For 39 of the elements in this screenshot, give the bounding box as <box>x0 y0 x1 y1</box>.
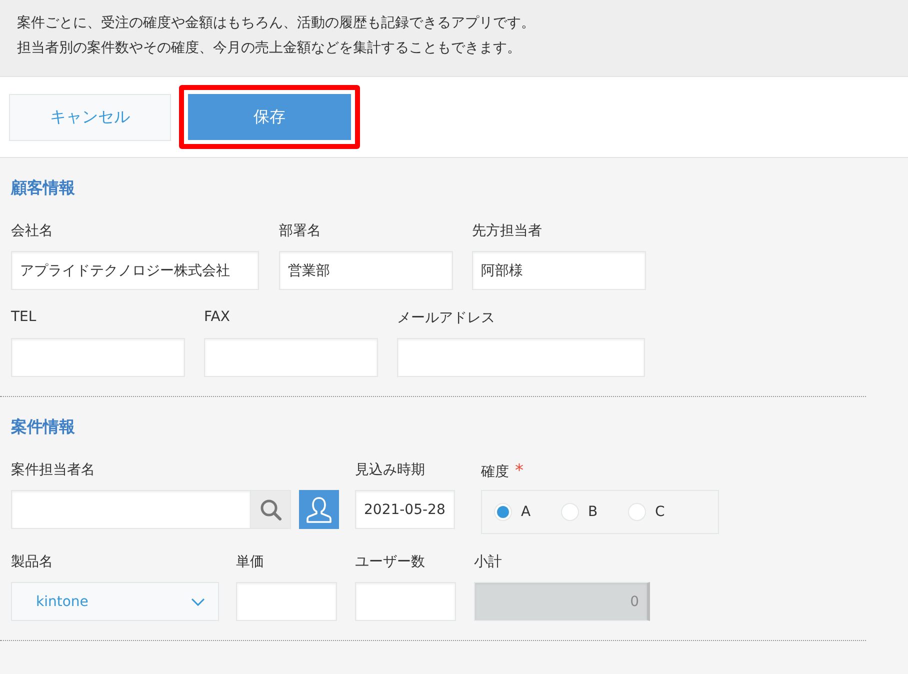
input-field[interactable] <box>11 490 251 529</box>
field-label: TEL <box>11 309 36 325</box>
field-label: 製品名 <box>11 553 53 571</box>
person-icon <box>306 496 332 524</box>
input-field[interactable]: アプライドテクノロジー株式会社 <box>11 251 259 290</box>
field-label: 会社名 <box>11 222 53 240</box>
field-label: FAX <box>204 309 230 325</box>
section-title: 案件情報 <box>11 417 75 438</box>
field-label: 部署名 <box>279 222 321 240</box>
radio-button[interactable] <box>494 503 512 521</box>
input-field[interactable] <box>204 338 378 377</box>
input-field[interactable] <box>355 582 456 621</box>
radio-option[interactable]: A <box>494 503 561 521</box>
date-field[interactable]: 2021-05-28 <box>355 490 455 529</box>
field-label: メールアドレス <box>397 309 495 327</box>
chevron-down-icon <box>191 598 205 606</box>
input-field[interactable]: 営業部 <box>279 251 453 290</box>
description-text: 担当者別の案件数やその確度、今月の売上金額などを集計することもできます。 <box>17 39 521 58</box>
section-title: 顧客情報 <box>11 178 75 199</box>
radio-option[interactable]: C <box>628 503 695 521</box>
radio-button[interactable] <box>561 503 579 521</box>
radio-button[interactable] <box>628 503 646 521</box>
search-button[interactable] <box>251 490 291 529</box>
search-icon <box>258 498 282 522</box>
input-field[interactable] <box>397 338 645 377</box>
input-field[interactable] <box>11 338 185 377</box>
field-label: ユーザー数 <box>355 553 425 571</box>
field-label: 案件担当者名 <box>11 461 95 479</box>
radio-option[interactable]: B <box>561 503 628 521</box>
required-mark: * <box>515 461 524 481</box>
field-label: 先方担当者 <box>472 222 542 240</box>
user-select-button[interactable] <box>299 490 339 529</box>
field-label: 単価 <box>236 553 264 571</box>
input-field[interactable]: 阿部様 <box>472 251 646 290</box>
field-label: 確度 <box>481 463 509 481</box>
input-field[interactable] <box>236 582 337 621</box>
description-text: 案件ごとに、受注の確度や金額はもちろん、活動の履歴も記録できるアプリです。 <box>17 14 535 33</box>
field-label: 小計 <box>474 553 502 571</box>
field-label: 見込み時期 <box>355 461 425 479</box>
